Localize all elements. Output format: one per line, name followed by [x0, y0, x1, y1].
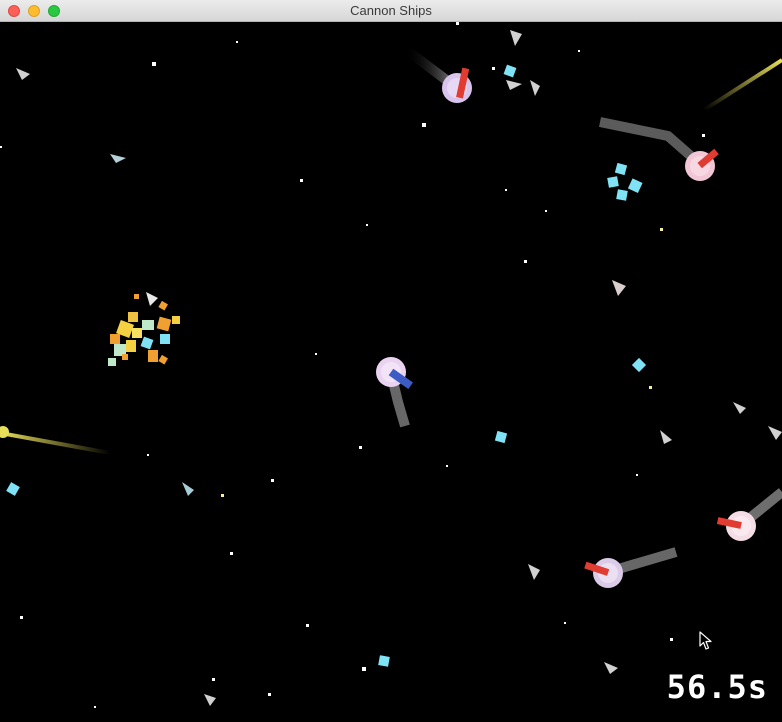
star [524, 260, 527, 263]
debris-shard [506, 80, 522, 90]
star [636, 474, 638, 476]
crystal [378, 655, 390, 667]
star [505, 189, 507, 191]
window-title: Cannon Ships [350, 3, 432, 18]
star [492, 67, 495, 70]
debris-shard [733, 402, 746, 414]
shot-trail [702, 58, 782, 112]
debris-shard [528, 564, 540, 580]
crystal [494, 430, 508, 444]
enemy-ship [442, 67, 472, 103]
ship-trails [386, 44, 782, 577]
game-window: Cannon Ships 56.5s [0, 0, 782, 722]
star [670, 638, 673, 641]
explosion-debris [108, 292, 180, 366]
star [271, 479, 274, 482]
crystal [627, 178, 643, 193]
star [422, 123, 426, 127]
star [0, 146, 2, 148]
starfield [0, 22, 705, 708]
star [362, 667, 366, 671]
star [702, 134, 705, 137]
star [236, 41, 238, 43]
crystal [607, 176, 619, 188]
shot-trail [0, 431, 111, 455]
star [20, 616, 23, 619]
star [230, 552, 233, 555]
debris-shard [604, 662, 618, 674]
title-bar: Cannon Ships [0, 0, 782, 22]
elapsed-timer: 56.5s [666, 668, 768, 706]
star [660, 228, 663, 231]
arrow-cursor-icon [699, 631, 712, 650]
crystal [631, 357, 647, 373]
star [366, 224, 368, 226]
star [268, 693, 271, 696]
debris-shard [530, 80, 540, 96]
star [446, 465, 448, 467]
crystal [6, 482, 20, 496]
debris-shard [204, 694, 216, 706]
star [456, 22, 459, 25]
star [578, 50, 580, 52]
star [300, 179, 303, 182]
debris-shard [16, 68, 30, 80]
star [564, 622, 566, 624]
crystal [614, 162, 628, 176]
star [212, 678, 215, 681]
debris-shard [660, 430, 672, 444]
star [306, 624, 309, 627]
crystal-fragments [6, 64, 647, 667]
debris-shard [510, 30, 522, 46]
game-scene [0, 22, 782, 708]
debris-shard [612, 280, 626, 296]
game-canvas[interactable]: 56.5s [0, 22, 782, 722]
enemy-ship [584, 558, 623, 588]
star [315, 353, 317, 355]
player-ship [376, 357, 413, 390]
debris-shard [182, 482, 194, 496]
star [545, 210, 547, 212]
debris-shard [110, 154, 126, 163]
debris-shard [768, 426, 782, 440]
star [359, 446, 362, 449]
star [649, 386, 652, 389]
star [147, 454, 149, 456]
star [94, 706, 96, 708]
crystal [503, 64, 517, 78]
star [152, 62, 156, 66]
enemy-ship [716, 511, 756, 541]
star [221, 494, 224, 497]
crystal [616, 189, 628, 201]
